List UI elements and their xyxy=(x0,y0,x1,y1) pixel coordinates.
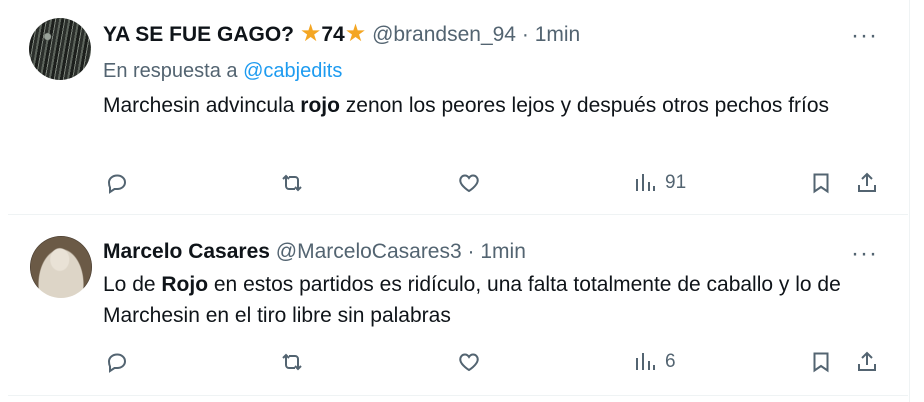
reply-icon xyxy=(107,353,127,373)
views-button[interactable]: 91 xyxy=(633,171,686,195)
tweet-text-part: Marchesin advincula xyxy=(103,94,301,117)
share-icon xyxy=(858,351,876,371)
views-button[interactable]: 6 xyxy=(633,350,676,374)
display-name[interactable]: Marcelo Casares xyxy=(103,240,270,263)
views-count: 91 xyxy=(665,172,687,193)
avatar[interactable] xyxy=(30,236,92,298)
bookmark-button[interactable] xyxy=(809,171,833,195)
reply-prefix: En respuesta a xyxy=(103,60,238,82)
analytics-icon xyxy=(636,174,655,191)
tweet-header: Marcelo Casares @MarceloCasares3 · 1min xyxy=(103,239,526,265)
reply-context: En respuesta a @cabjedits xyxy=(103,60,342,83)
retweet-button[interactable] xyxy=(280,171,304,195)
star-icon: ★ xyxy=(299,20,322,47)
handle[interactable]: @MarceloCasares3 xyxy=(276,240,462,263)
tweet-text-bold: Rojo xyxy=(161,273,209,296)
tweet-text: Marchesin advincula rojo zenon los peore… xyxy=(103,90,893,121)
tweet-text-part: en estos partidos es ridículo, una falta… xyxy=(103,273,841,327)
tweet[interactable]: YA SE FUE GAGO? ★74★ @brandsen_94 · 1min… xyxy=(0,0,924,215)
share-button[interactable] xyxy=(855,171,879,195)
tweet[interactable]: Marcelo Casares @MarceloCasares3 · 1min … xyxy=(0,215,924,395)
share-button[interactable] xyxy=(855,350,879,374)
like-button[interactable] xyxy=(457,171,481,195)
reply-icon xyxy=(107,174,127,194)
name-badge-number: 74 xyxy=(321,23,345,46)
tweet-text-bold: rojo xyxy=(300,94,340,117)
tweet-text-part: zenon los peores lejos y después otros p… xyxy=(339,94,830,117)
heart-icon xyxy=(459,174,479,193)
views-count: 6 xyxy=(665,351,676,372)
reply-button[interactable] xyxy=(105,171,129,195)
tweet-text: Lo de Rojo en estos partidos es ridículo… xyxy=(103,269,893,331)
more-options-button[interactable]: ··· xyxy=(851,242,878,266)
separator-dot: · xyxy=(467,240,475,263)
separator-dot: · xyxy=(521,23,529,46)
timestamp[interactable]: 1min xyxy=(480,240,526,263)
like-button[interactable] xyxy=(457,350,481,374)
bookmark-icon xyxy=(813,173,829,194)
tweet-divider xyxy=(8,395,908,396)
share-icon xyxy=(858,172,876,192)
more-options-button[interactable]: ··· xyxy=(851,24,878,48)
retweet-icon xyxy=(282,174,302,192)
reply-mention-link[interactable]: @cabjedits xyxy=(243,60,342,82)
avatar[interactable] xyxy=(29,18,91,80)
analytics-icon xyxy=(636,353,655,370)
bookmark-button[interactable] xyxy=(809,350,833,374)
retweet-button[interactable] xyxy=(280,350,304,374)
timestamp[interactable]: 1min xyxy=(535,23,581,46)
tweet-text-part: Lo de xyxy=(103,273,162,296)
display-name[interactable]: YA SE FUE GAGO? xyxy=(103,23,294,46)
handle[interactable]: @brandsen_94 xyxy=(372,23,516,46)
retweet-icon xyxy=(282,353,302,371)
tweet-header: YA SE FUE GAGO? ★74★ @brandsen_94 · 1min xyxy=(103,21,580,48)
reply-button[interactable] xyxy=(105,350,129,374)
bookmark-icon xyxy=(813,352,829,373)
star-icon: ★ xyxy=(344,20,367,47)
heart-icon xyxy=(459,353,479,372)
